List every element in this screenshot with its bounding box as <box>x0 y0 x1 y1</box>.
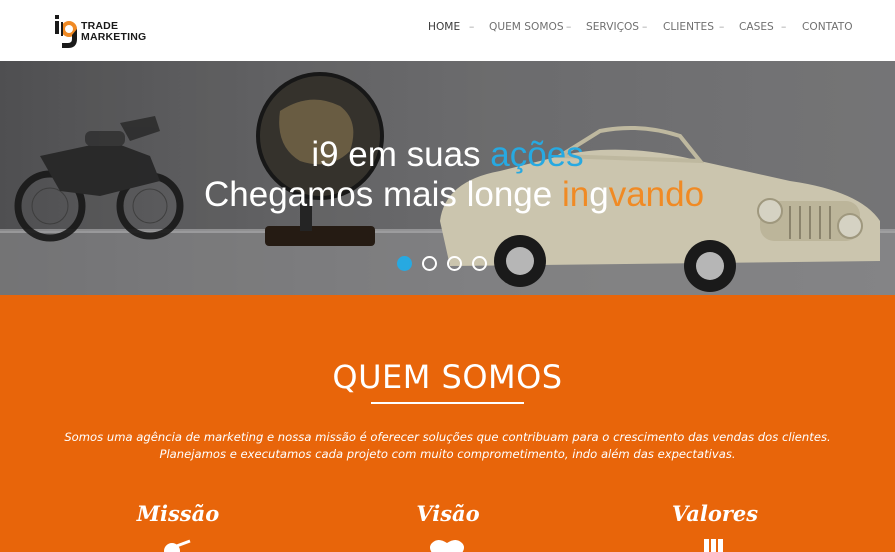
hero-slider: i9 em suas ações Chegamos mais longe ing… <box>0 61 895 295</box>
section-title: QUEM SOMOS <box>332 358 563 396</box>
nav-home[interactable]: HOME <box>428 21 460 33</box>
title-underline <box>371 402 524 404</box>
about-description-line2: Planejamos e executamos cada projeto com… <box>159 447 736 461</box>
site-header: TRADE MARKETING HOME – QUEM SOMOS – SERV… <box>0 0 895 61</box>
slider-dot-3[interactable] <box>447 256 462 271</box>
hero-line2-highlight-a: in <box>561 175 590 214</box>
slider-dot-1[interactable] <box>397 256 412 271</box>
slider-dot-2[interactable] <box>422 256 437 271</box>
hero-line1-text: i9 em suas <box>311 135 491 174</box>
missao-title: Missão <box>136 501 220 526</box>
hero-line2-highlight-b: g <box>589 175 609 214</box>
nav-contato[interactable]: CONTATO <box>802 21 853 33</box>
bars-icon <box>704 539 723 552</box>
hero-line2-text: Chegamos mais longe <box>204 175 562 214</box>
nav-separator: – <box>566 21 572 33</box>
heart-icon <box>430 540 464 552</box>
about-description: Somos uma agência de marketing e nossa m… <box>60 429 835 463</box>
nav-quem-somos[interactable]: QUEM SOMOS <box>489 21 564 33</box>
slider-dot-4[interactable] <box>472 256 487 271</box>
nav-clientes[interactable]: CLIENTES <box>663 21 714 33</box>
about-description-line1: Somos uma agência de marketing e nossa m… <box>64 430 831 444</box>
valores-title: Valores <box>671 501 759 526</box>
i9-logo-icon <box>55 15 77 48</box>
about-section: QUEM SOMOS Somos uma agência de marketin… <box>0 295 895 552</box>
nav-separator: – <box>781 21 787 33</box>
brand-logo[interactable]: TRADE MARKETING <box>54 14 154 50</box>
nav-separator: – <box>719 21 725 33</box>
nav-cases[interactable]: CASES <box>739 21 774 33</box>
visao-title: Visão <box>416 501 480 526</box>
hero-headline-line1: i9 em suas ações <box>0 136 895 174</box>
hero-line2-highlight-c: vando <box>608 175 705 214</box>
nav-servicos[interactable]: SERVIÇOS <box>586 21 639 33</box>
nav-separator: – <box>469 21 475 33</box>
hero-line1-highlight: ações <box>490 135 584 174</box>
logo-text: TRADE MARKETING <box>81 21 146 43</box>
target-icon <box>164 539 191 552</box>
nav-separator: – <box>642 21 648 33</box>
logo-text-line2: MARKETING <box>81 31 147 43</box>
hero-headline-line2: Chegamos mais longe ingvando <box>204 176 704 214</box>
